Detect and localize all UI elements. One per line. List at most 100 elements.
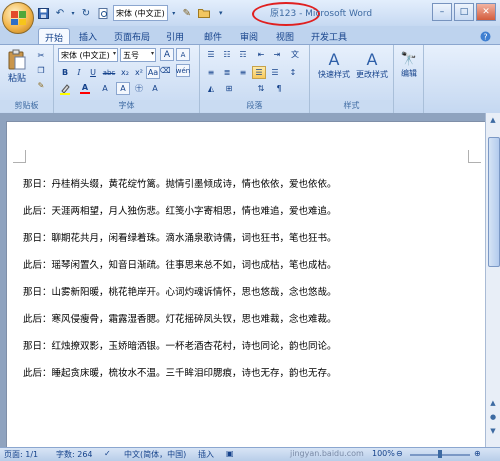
tab-references[interactable]: 引用: [162, 28, 188, 44]
watermark-text: jingyan.baidu.com: [290, 449, 364, 458]
tab-review[interactable]: 审阅: [236, 28, 262, 44]
grow-font-icon[interactable]: A: [160, 48, 174, 61]
language-status[interactable]: 中文(简体，中国): [124, 449, 186, 460]
find-icon: 🔭: [400, 51, 418, 67]
text-line: 此后：瑶琴闲置久，知音日渐疏。往事思来总不如，词也成枯，笔也成枯。: [23, 260, 337, 271]
shading-icon[interactable]: ◭: [204, 82, 218, 95]
editing-button[interactable]: 🔭 编辑: [396, 47, 422, 83]
format-painter-button-icon[interactable]: ✎: [34, 79, 48, 92]
text-line: 那日：红烛撩双影，玉娇暗洒银。一杯老酒杏花村，诗也同论，韵也同论。: [23, 341, 337, 352]
qat-font-combo[interactable]: 宋体 (中文正): [113, 5, 168, 21]
multilevel-list-icon[interactable]: ☶: [236, 48, 250, 61]
copy-icon[interactable]: ❐: [34, 64, 48, 77]
align-left-icon[interactable]: ≡: [204, 66, 218, 79]
text-line: 那日：丹桂梢头缀，黄花绽竹篱。抛情引墨倾成诗，情也依依，爱也依依。: [23, 179, 337, 190]
tab-home[interactable]: 开始: [38, 28, 70, 45]
tab-view[interactable]: 视图: [272, 28, 298, 44]
next-page-icon[interactable]: ▼: [487, 425, 499, 437]
customize-qat-icon[interactable]: ▾: [214, 6, 228, 20]
bullets-icon[interactable]: ☰: [204, 48, 218, 61]
tab-developer[interactable]: 开发工具: [308, 28, 350, 44]
browse-object-icon[interactable]: ●: [487, 411, 499, 423]
ribbon: 粘贴 ✂ ❐ ✎ 剪贴板 宋体 (中文正) ▾ 五号 ▾ A A ⌫ wén B I…: [0, 44, 500, 114]
subscript-icon[interactable]: x₂: [118, 66, 132, 79]
format-painter-icon[interactable]: ✎: [180, 6, 194, 20]
paste-label: 粘贴: [7, 73, 26, 84]
undo-icon[interactable]: ↶: [53, 6, 67, 20]
align-center-icon[interactable]: ≣: [220, 66, 234, 79]
change-case-icon[interactable]: Aa: [146, 66, 160, 79]
chinese-layout-icon[interactable]: 文: [288, 48, 302, 61]
window-title: 原123 - Microsoft Word: [270, 9, 373, 19]
office-button[interactable]: [2, 2, 34, 34]
text-line: 此后：寒风侵瘦骨，霜露湿香腮。灯花摇碎凤头钗，思也难裁，念也难裁。: [23, 314, 337, 325]
change-styles-button[interactable]: A 更改样式: [354, 47, 390, 83]
undo-dropdown-icon[interactable]: ▾: [70, 6, 76, 20]
italic-icon[interactable]: I: [72, 66, 86, 79]
word-count[interactable]: 字数: 264: [56, 449, 93, 460]
insert-mode[interactable]: 插入: [198, 449, 214, 460]
shrink-font-icon[interactable]: A: [176, 48, 190, 61]
enclosed-char-icon[interactable]: ㊉: [132, 82, 146, 95]
clipboard-group-label: 剪贴板: [0, 100, 53, 112]
open-folder-icon[interactable]: [197, 6, 211, 20]
distributed-icon[interactable]: ☰: [268, 66, 282, 79]
document-name: 原123: [270, 9, 297, 19]
paste-icon: [8, 49, 26, 69]
decrease-indent-icon[interactable]: ⇤: [254, 48, 268, 61]
close-icon[interactable]: ✕: [476, 3, 496, 21]
quick-styles-button[interactable]: A 快速样式: [316, 47, 352, 83]
clear-format-icon[interactable]: ⌫: [158, 64, 172, 77]
superscript-icon[interactable]: x²: [132, 66, 146, 79]
scroll-up-icon[interactable]: ▲: [487, 114, 499, 126]
show-marks-icon[interactable]: ¶: [272, 82, 286, 95]
underline-icon[interactable]: U: [86, 66, 100, 79]
font-dialog-icon[interactable]: A: [148, 82, 162, 95]
scroll-thumb[interactable]: [488, 137, 500, 267]
maximize-icon[interactable]: □: [454, 3, 474, 21]
zoom-in-icon[interactable]: ⊕: [474, 449, 481, 458]
print-preview-icon[interactable]: [96, 6, 110, 20]
font-size-combo[interactable]: 五号 ▾: [120, 48, 156, 62]
font-color-icon[interactable]: A: [78, 82, 92, 95]
minimize-icon[interactable]: –: [432, 3, 452, 21]
vertical-scrollbar[interactable]: ▲ ▲ ● ▼: [485, 113, 500, 447]
tab-mailings[interactable]: 邮件: [200, 28, 226, 44]
zoom-slider-thumb[interactable]: [438, 450, 442, 458]
numbering-icon[interactable]: ☷: [220, 48, 234, 61]
line-spacing-icon[interactable]: ↕: [286, 66, 300, 79]
char-border-icon[interactable]: A: [116, 82, 130, 95]
font-name-combo[interactable]: 宋体 (中文正) ▾: [58, 48, 118, 62]
paste-button[interactable]: 粘贴: [4, 47, 30, 85]
page-count[interactable]: 页面: 1/1: [4, 449, 38, 460]
increase-indent-icon[interactable]: ⇥: [270, 48, 284, 61]
tab-insert[interactable]: 插入: [74, 28, 102, 44]
quick-access-toolbar: ↶ ▾ ↻ 宋体 (中文正) ▾ ✎ ▾: [36, 3, 228, 23]
align-right-icon[interactable]: ≡: [236, 66, 250, 79]
highlight-color-icon[interactable]: [58, 82, 72, 95]
sort-icon[interactable]: ⇅: [254, 82, 268, 95]
title-bar: ↶ ▾ ↻ 宋体 (中文正) ▾ ✎ ▾ 原123 - Microsoft Wo…: [0, 0, 500, 34]
zoom-out-icon[interactable]: ⊖: [396, 449, 403, 458]
app-name: Microsoft Word: [305, 9, 373, 19]
prev-page-icon[interactable]: ▲: [487, 397, 499, 409]
redo-icon[interactable]: ↻: [79, 6, 93, 20]
document-page[interactable]: 那日：丹桂梢头缀，黄花绽竹篱。抛情引墨倾成诗，情也依依，爱也依依。 此后：天涯两…: [6, 121, 486, 447]
phonetic-guide-button[interactable]: wén: [176, 64, 190, 77]
zoom-level[interactable]: 100%: [372, 449, 395, 458]
borders-icon[interactable]: ⊞: [222, 82, 236, 95]
help-icon[interactable]: ?: [478, 28, 492, 44]
tab-page-layout[interactable]: 页面布局: [108, 28, 156, 44]
qat-font-dropdown-icon[interactable]: ▾: [171, 6, 177, 20]
window-controls: – □ ✕: [432, 3, 496, 21]
justify-icon[interactable]: ☰: [252, 66, 266, 79]
text-line: 此后：天涯两相望，月人独伤悲。红笺小字寄相思，情也难追，爱也难追。: [23, 206, 337, 217]
cut-icon[interactable]: ✂: [34, 49, 48, 62]
char-shading-icon[interactable]: A: [98, 82, 112, 95]
save-icon[interactable]: [36, 6, 50, 20]
proofing-icon[interactable]: ✓: [104, 449, 111, 458]
bold-icon[interactable]: B: [58, 66, 72, 79]
font-group-label: 字体: [54, 100, 199, 112]
macro-record-icon[interactable]: ▣: [226, 449, 234, 458]
strikethrough-icon[interactable]: abc: [102, 66, 116, 79]
